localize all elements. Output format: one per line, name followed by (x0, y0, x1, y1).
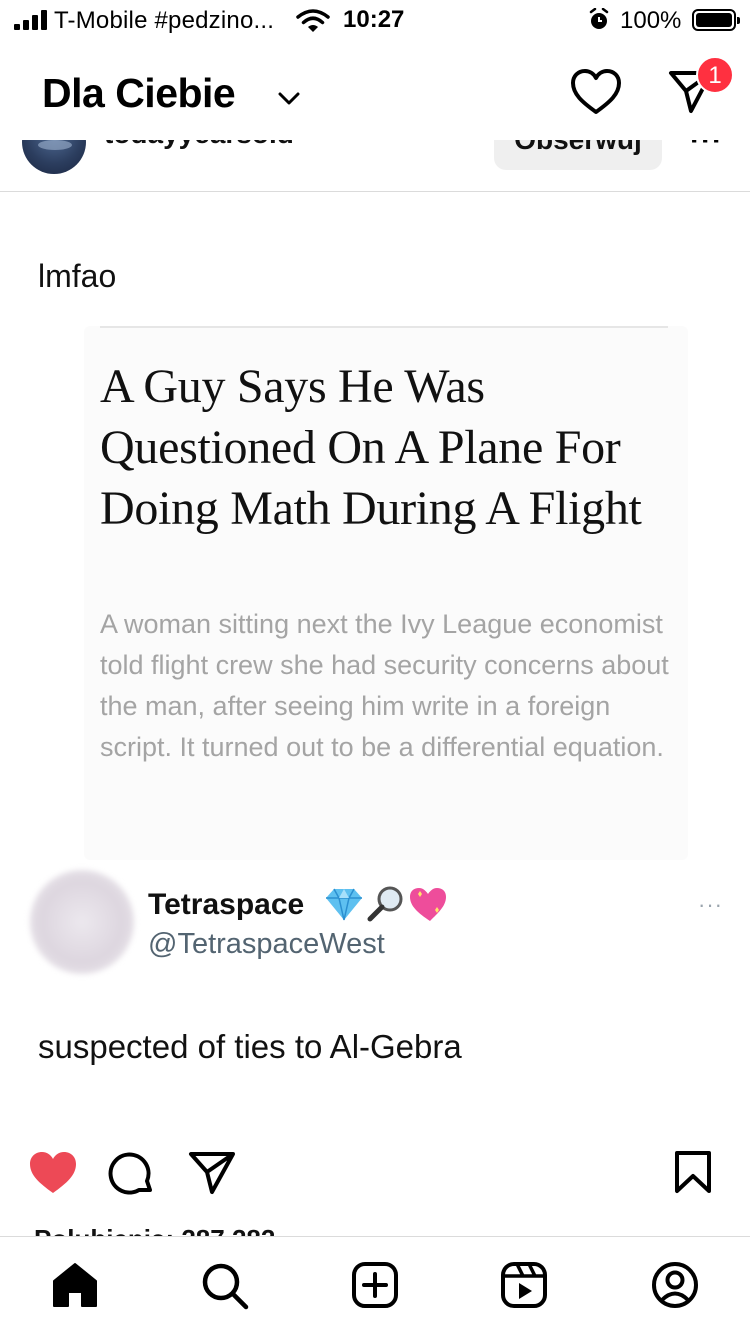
battery-icon (692, 9, 740, 31)
battery-percent: 100% (620, 7, 682, 34)
bottom-nav (0, 1236, 750, 1334)
sparkling-heart-icon (410, 888, 446, 921)
notification-badge: 1 (696, 56, 734, 94)
image-caption: lmfao (38, 258, 117, 294)
gem-icon (326, 888, 362, 921)
tweet-more-icon: ··· (698, 892, 723, 917)
search-icon[interactable] (200, 1261, 250, 1316)
carrier-name: T-Mobile #pedzino... (54, 7, 275, 34)
tweet-author-name: Tetraspace (148, 888, 305, 921)
magnifying-glass-icon (367, 886, 403, 922)
top-header: Dla Ciebie 1 (0, 40, 750, 140)
tweet-name-emojis (322, 884, 450, 924)
article-headline: A Guy Says He Was Questioned On A Plane … (100, 360, 642, 535)
comment-icon[interactable] (108, 1150, 156, 1203)
chevron-down-icon[interactable] (278, 92, 300, 111)
article-subheadline: A woman sitting next the Ivy League econ… (100, 609, 669, 762)
reels-icon[interactable] (500, 1261, 548, 1314)
tweet-text: suspected of ties to Al-Gebra (38, 1028, 462, 1065)
heart-filled-icon[interactable] (28, 1150, 78, 1201)
tweet-avatar (30, 870, 134, 974)
feed-selector[interactable]: Dla Ciebie (42, 70, 236, 117)
status-bar: T-Mobile #pedzino... 10:27 100% (0, 0, 750, 40)
wifi-icon (296, 8, 330, 39)
tweet-author-handle: @TetraspaceWest (148, 928, 385, 960)
share-icon[interactable] (188, 1150, 236, 1201)
alarm-icon (588, 7, 610, 37)
divider (100, 326, 668, 328)
heart-icon[interactable] (570, 68, 622, 121)
bookmark-icon[interactable] (674, 1150, 712, 1199)
profile-icon[interactable] (651, 1261, 699, 1314)
home-icon[interactable] (51, 1261, 99, 1314)
post-actions (0, 1150, 750, 1210)
signal-icon (14, 10, 48, 30)
clock: 10:27 (343, 6, 405, 33)
create-icon[interactable] (351, 1261, 399, 1314)
